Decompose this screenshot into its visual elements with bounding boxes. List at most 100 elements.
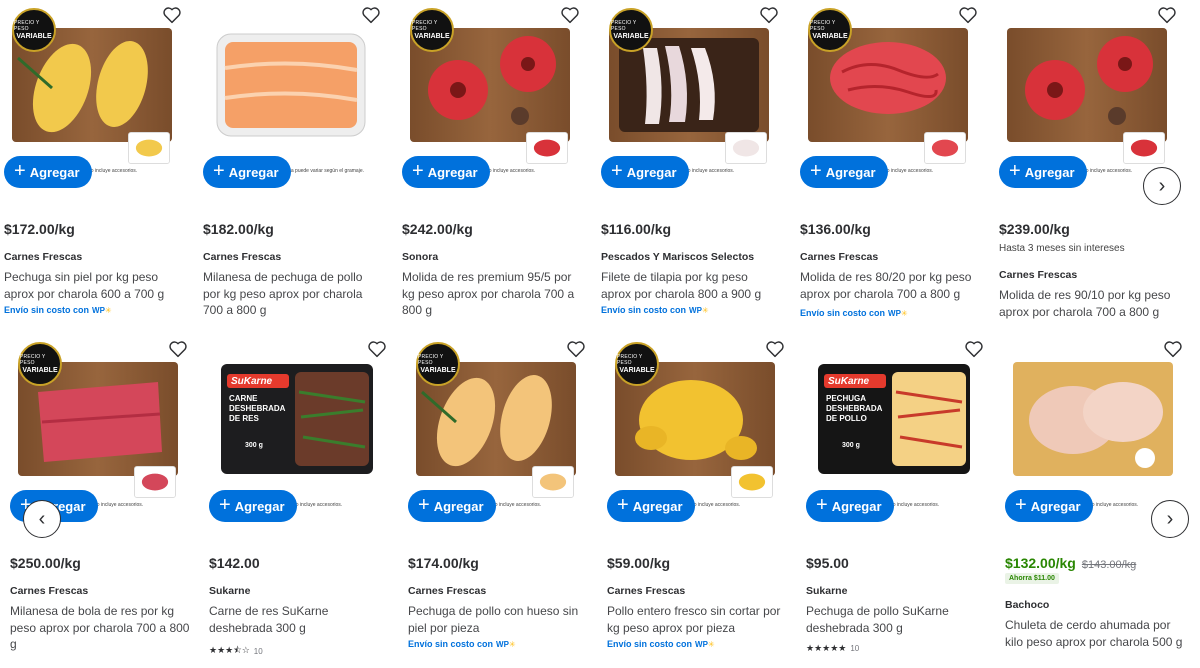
product-title-link[interactable]: Milanesa de bola de res por kg peso apro… — [10, 603, 190, 653]
add-button-label: Agregar — [626, 164, 677, 180]
product-price: $132.00/kg $143.00/kg — [1005, 555, 1136, 571]
product-price: $95.00 — [806, 555, 849, 571]
current-price: $174.00/kg — [408, 555, 479, 571]
favorite-heart-icon[interactable] — [361, 6, 381, 24]
badge-line-2: VARIABLE — [420, 367, 456, 374]
product-thumbnail — [526, 132, 568, 164]
product-title-link[interactable]: Chuleta de cerdo ahumada por kilo peso a… — [1005, 617, 1185, 650]
product-image[interactable] — [1013, 362, 1173, 476]
product-card[interactable]: SuKarne PECHUGA DESHEBRADA DE POLLO 300 g +… — [802, 334, 992, 664]
current-price: $242.00/kg — [402, 221, 473, 237]
product-title-link[interactable]: Milanesa de pechuga de pollo por kg peso… — [203, 269, 383, 319]
current-price: $172.00/kg — [4, 221, 75, 237]
product-card[interactable]: + Agregar no incluye accesorios. $132.00/kg… — [1001, 334, 1191, 664]
variable-price-badge: PRECIO Y PESO VARIABLE — [18, 342, 62, 386]
product-title-link[interactable]: Molida de res premium 95/5 por kg peso a… — [402, 269, 582, 319]
product-title-link[interactable]: Pechuga sin piel por kg peso aprox por c… — [4, 269, 184, 302]
chevron-left-icon: ‹ — [38, 507, 46, 530]
add-to-cart-button[interactable]: + Agregar — [1005, 490, 1093, 522]
product-card[interactable]: + Agregar ola puede variar según el gramaj… — [199, 0, 389, 330]
product-brand: Carnes Frescas — [203, 251, 282, 263]
favorite-heart-icon[interactable] — [958, 6, 978, 24]
badge-line-1: PRECIO Y PESO — [810, 20, 836, 32]
current-price: $136.00/kg — [800, 221, 871, 237]
walmart-pass-icon: WP✳ — [496, 639, 516, 649]
add-button-label: Agregar — [228, 164, 279, 180]
add-to-cart-button[interactable]: + Agregar — [203, 156, 291, 188]
favorite-heart-icon[interactable] — [1163, 340, 1183, 358]
add-to-cart-button[interactable]: + Agregar — [800, 156, 888, 188]
product-image[interactable] — [211, 28, 371, 142]
badge-line-2: VARIABLE — [414, 33, 450, 40]
free-shipping-label: Envío sin costo con WP✳ — [607, 639, 715, 649]
product-card[interactable]: PRECIO Y PESO VARIABLE + Agregar no incluye … — [796, 0, 986, 330]
current-price: $132.00/kg — [1005, 555, 1076, 571]
product-brand: Sukarne — [806, 585, 848, 597]
product-title-link[interactable]: Pechuga de pollo SuKarne deshebrada 300 … — [806, 603, 986, 636]
favorite-heart-icon[interactable] — [168, 340, 188, 358]
product-price: $174.00/kg — [408, 555, 479, 571]
product-card[interactable]: PRECIO Y PESO VARIABLE + Agregar no incluye … — [404, 334, 594, 664]
variable-price-badge: PRECIO Y PESO VARIABLE — [609, 8, 653, 52]
product-card[interactable]: PRECIO Y PESO VARIABLE + Agregar no incluye … — [398, 0, 588, 330]
product-card[interactable]: SuKarne CARNE DESHEBRADA DE RES 300 g + Agre… — [205, 334, 395, 664]
favorite-heart-icon[interactable] — [759, 6, 779, 24]
add-to-cart-button[interactable]: + Agregar — [601, 156, 689, 188]
add-to-cart-button[interactable]: + Agregar — [402, 156, 490, 188]
variable-price-badge: PRECIO Y PESO VARIABLE — [12, 8, 56, 52]
product-image[interactable] — [1007, 28, 1167, 142]
accessories-note: no incluye accesorios. — [88, 168, 138, 174]
favorite-heart-icon[interactable] — [367, 340, 387, 358]
product-title-link[interactable]: Filete de tilapia por kg peso aprox por … — [601, 269, 781, 302]
variable-price-badge: PRECIO Y PESO VARIABLE — [808, 8, 852, 52]
badge-line-1: PRECIO Y PESO — [617, 354, 643, 366]
product-thumbnail — [128, 132, 170, 164]
product-title-link[interactable]: Pechuga de pollo con hueso sin piel por … — [408, 603, 588, 636]
product-brand: Carnes Frescas — [4, 251, 83, 263]
product-card[interactable]: PRECIO Y PESO VARIABLE + Agregar no incluye … — [597, 0, 787, 330]
product-title-link[interactable]: Molida de res 80/20 por kg peso aprox po… — [800, 269, 980, 302]
product-thumbnail — [1123, 132, 1165, 164]
favorite-heart-icon[interactable] — [162, 6, 182, 24]
add-to-cart-button[interactable]: + Agregar — [999, 156, 1087, 188]
carousel-next-button-row-1[interactable]: › — [1143, 167, 1181, 205]
favorite-heart-icon[interactable] — [765, 340, 785, 358]
carousel-prev-button-row-2[interactable]: ‹ — [23, 500, 61, 538]
package-brand-label: SuKarne — [828, 376, 870, 387]
favorite-heart-icon[interactable] — [566, 340, 586, 358]
current-price: $116.00/kg — [601, 221, 672, 237]
package-weight-label: 300 g — [842, 442, 860, 449]
add-to-cart-button[interactable]: + Agregar — [209, 490, 297, 522]
current-price: $250.00/kg — [10, 555, 81, 571]
favorite-heart-icon[interactable] — [1157, 6, 1177, 24]
product-card[interactable]: + Agregar no incluye accesorios. $239.00/kg… — [995, 0, 1185, 330]
product-title-link[interactable]: Molida de res 90/10 por kg peso aprox po… — [999, 287, 1179, 320]
product-title-link[interactable]: Pollo entero fresco sin cortar por kg pe… — [607, 603, 787, 636]
add-button-label: Agregar — [831, 498, 882, 514]
accessories-note: no incluye accesorios. — [1083, 168, 1133, 174]
accessories-note: no incluye accesorios. — [884, 168, 934, 174]
favorite-heart-icon[interactable] — [560, 6, 580, 24]
add-to-cart-button[interactable]: + Agregar — [607, 490, 695, 522]
carousel-next-button-row-2[interactable]: › — [1151, 500, 1189, 538]
product-brand: Pescados Y Mariscos Selectos — [601, 251, 755, 263]
accessories-note: ola puede variar según el gramaje. — [287, 168, 364, 174]
free-shipping-label: Envío sin costo con WP✳ — [800, 308, 908, 318]
plus-icon: + — [219, 494, 231, 516]
savings-badge: Ahorra $11.00 — [1005, 573, 1059, 584]
add-to-cart-button[interactable]: + Agregar — [4, 156, 92, 188]
product-brand: Sukarne — [209, 585, 251, 597]
product-card[interactable]: PRECIO Y PESO VARIABLE + Agregar no incluye … — [603, 334, 793, 664]
product-card[interactable]: PRECIO Y PESO VARIABLE + Agregar no incluye … — [6, 334, 196, 664]
add-button-label: Agregar — [234, 498, 285, 514]
current-price: $182.00/kg — [203, 221, 274, 237]
product-thumbnail — [725, 132, 767, 164]
add-to-cart-button[interactable]: + Agregar — [408, 490, 496, 522]
product-title-link[interactable]: Carne de res SuKarne deshebrada 300 g — [209, 603, 389, 636]
plus-icon: + — [810, 160, 822, 182]
add-to-cart-button[interactable]: + Agregar — [806, 490, 894, 522]
favorite-heart-icon[interactable] — [964, 340, 984, 358]
accessories-note: no incluye accesorios. — [1089, 502, 1139, 508]
product-card[interactable]: PRECIO Y PESO VARIABLE + Agregar no incluye … — [0, 0, 190, 330]
current-price: $95.00 — [806, 555, 849, 571]
